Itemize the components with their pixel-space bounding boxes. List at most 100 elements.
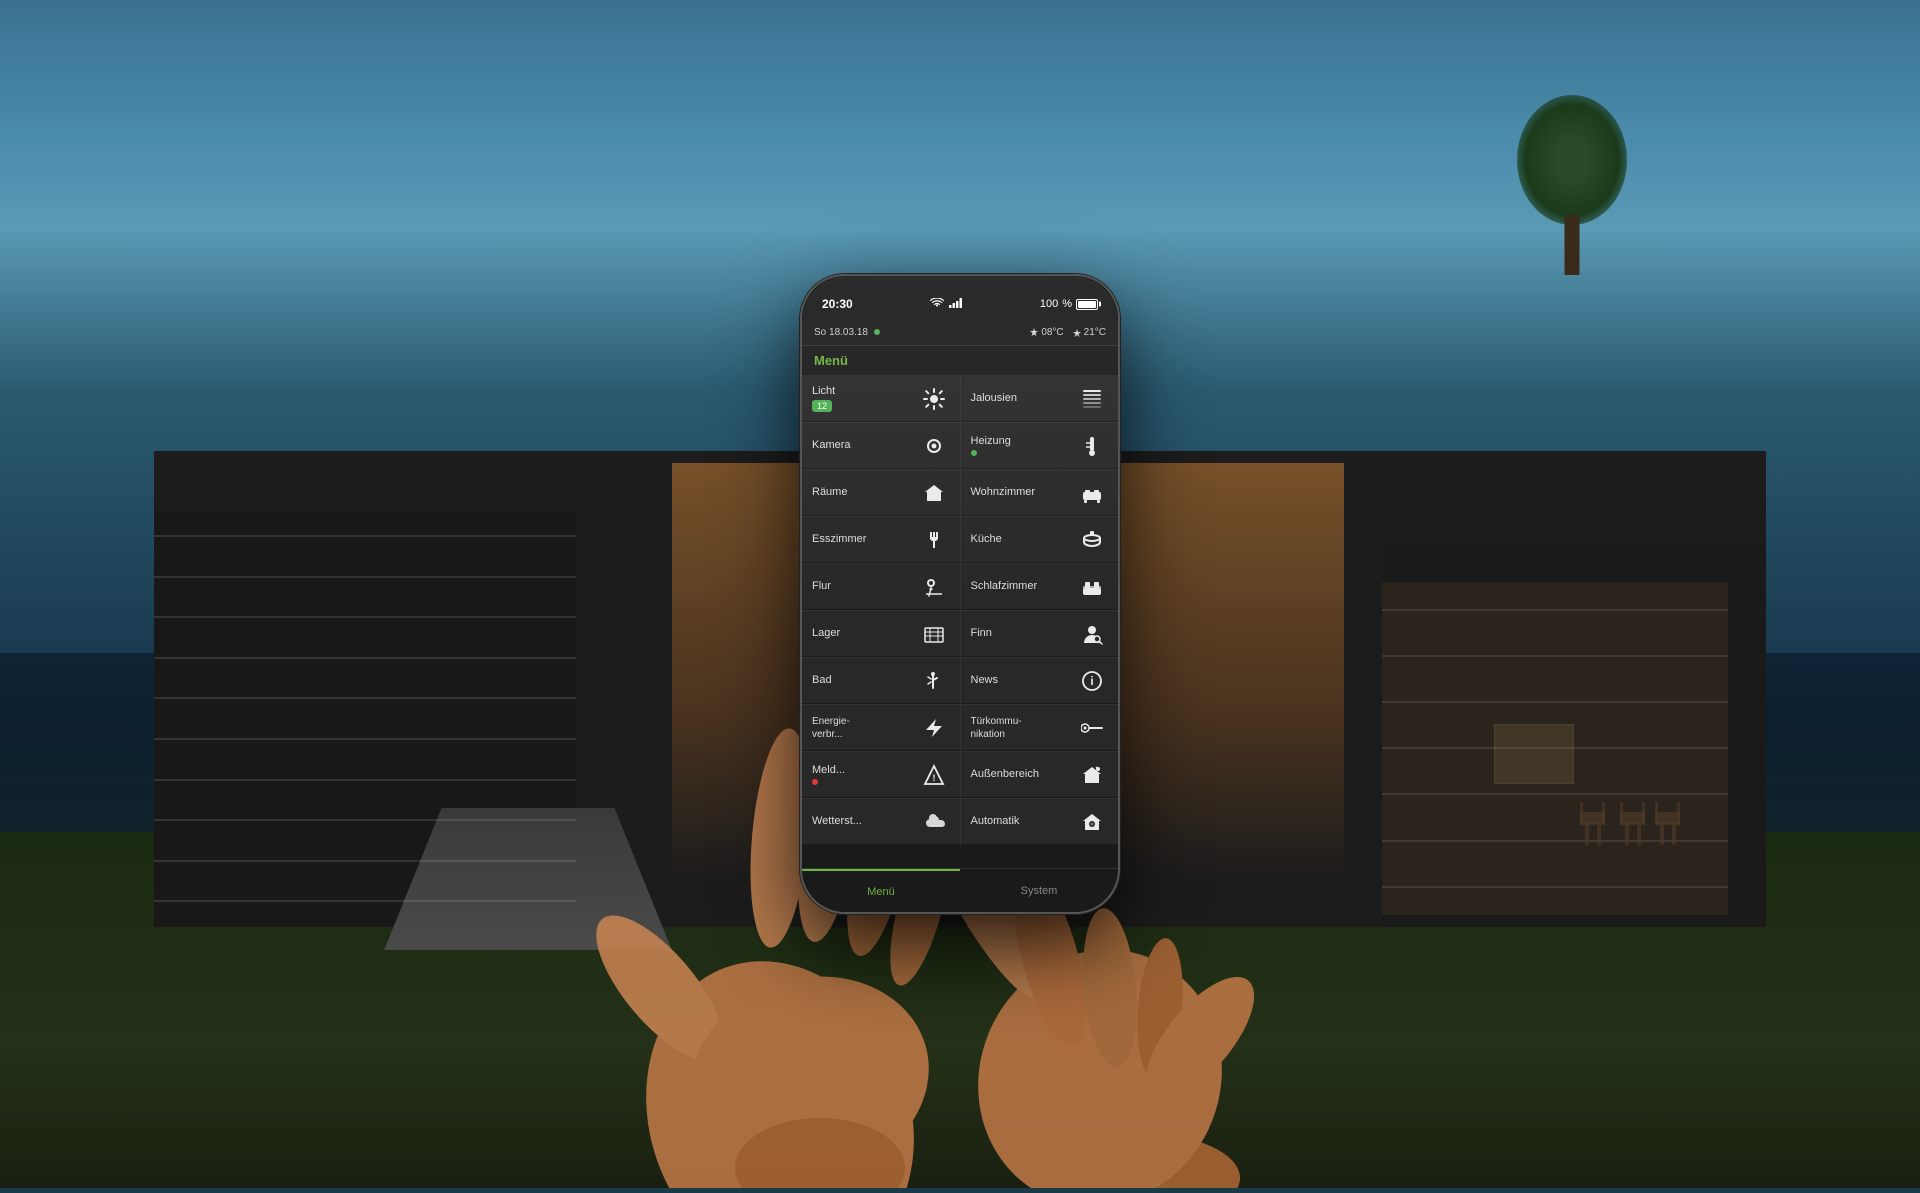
nav-menu-label: Menü (867, 886, 895, 898)
info-weather: 08°C 21°C (1029, 327, 1106, 338)
signal-icon (949, 298, 963, 311)
menu-item-news[interactable]: News i (961, 658, 1119, 704)
menu-item-wohnzimmer[interactable]: Wohnzimmer (961, 470, 1119, 516)
menu-item-kamera[interactable]: Kamera (802, 423, 960, 469)
raeume-icon (918, 477, 950, 509)
status-time: 20:30 (822, 297, 853, 311)
menu-item-meldungen-label: Meld... (812, 764, 845, 777)
menu-item-heizung[interactable]: Heizung (961, 423, 1119, 469)
phone-container: 20:30 (800, 274, 1120, 914)
menu-item-kamera-label: Kamera (812, 439, 851, 452)
menu-item-raeume-label-group: Räume (812, 486, 847, 499)
menu-item-meldungen[interactable]: Meld... ! (802, 752, 960, 798)
jalousien-icon (1076, 383, 1108, 415)
menu-item-energie-label: Energie-verbr... (812, 715, 850, 741)
nav-menu[interactable]: Menü (802, 869, 960, 912)
menu-item-wetterstation-label-group: Wetterst... (812, 815, 862, 828)
menu-item-lager-label: Lager (812, 627, 840, 640)
menu-item-bad[interactable]: Bad (802, 658, 960, 704)
menu-item-raeume[interactable]: Räume (802, 470, 960, 516)
menu-item-heizung-label: Heizung (971, 435, 1011, 448)
phone-screen: 20:30 (802, 276, 1118, 912)
menu-item-bad-label: Bad (812, 674, 832, 687)
status-dot (874, 329, 880, 335)
menu-item-raeume-label: Räume (812, 486, 847, 499)
kamera-icon (918, 430, 950, 462)
menu-item-wetterstation[interactable]: Wetterst... (802, 799, 960, 845)
nav-system-label: System (1021, 885, 1058, 897)
battery-fill (1078, 301, 1096, 308)
menu-item-automatik[interactable]: Automatik (961, 799, 1119, 845)
menu-item-schlafzimmer[interactable]: Schlafzimmer (961, 564, 1119, 610)
menu-item-finn-label-group: Finn (971, 627, 992, 640)
menu-item-aussenbereich[interactable]: Außenbereich (961, 752, 1119, 798)
battery-percent-label: 100 (1040, 298, 1058, 310)
menu-item-flur-label-group: Flur (812, 580, 831, 593)
esszimmer-icon (918, 524, 950, 556)
menu-item-tuerkommunikation-label: Türkommu-nikation (971, 715, 1022, 741)
menu-item-news-label: News (971, 674, 999, 687)
menu-item-schlafzimmer-label: Schlafzimmer (971, 580, 1038, 593)
menu-item-finn[interactable]: Finn (961, 611, 1119, 657)
menu-item-flur[interactable]: Flur (802, 564, 960, 610)
phone-frame: 20:30 (800, 274, 1120, 914)
left-slats (154, 511, 576, 927)
menu-item-automatik-label: Automatik (971, 815, 1020, 828)
bottom-nav: Menü System (802, 868, 1118, 912)
lager-icon (918, 618, 950, 650)
menu-grid: Licht 12 (802, 376, 1118, 845)
menu-item-aussenbereich-label: Außenbereich (971, 768, 1040, 781)
menu-title: Menü (814, 353, 848, 368)
menu-item-licht-label: Licht (812, 385, 835, 398)
status-center-icons (930, 298, 963, 311)
info-bar: So 18.03.18 08°C 21°C (802, 320, 1118, 346)
menu-item-licht[interactable]: Licht 12 (802, 376, 960, 422)
svg-text:!: ! (932, 773, 935, 783)
menu-item-licht-label-group: Licht 12 (812, 385, 835, 412)
wetterstation-icon (918, 806, 950, 838)
menu-item-jalousien[interactable]: Jalousien (961, 376, 1119, 422)
info-date: So 18.03.18 (814, 327, 880, 338)
automatik-icon (1076, 806, 1108, 838)
menu-item-bad-label-group: Bad (812, 674, 832, 687)
weather-cold: 08°C (1029, 327, 1063, 338)
svg-text:i: i (1090, 674, 1093, 688)
menu-item-licht-badge: 12 (812, 400, 832, 412)
bad-icon (918, 665, 950, 697)
menu-item-esszimmer-label-group: Esszimmer (812, 533, 866, 546)
menu-item-lager[interactable]: Lager (802, 611, 960, 657)
menu-item-kueche-label: Küche (971, 533, 1002, 546)
menu-item-heizung-label-group: Heizung (971, 435, 1011, 456)
nav-system[interactable]: System (960, 869, 1118, 912)
aussenbereich-icon (1076, 759, 1108, 791)
heizung-icon (1076, 430, 1108, 462)
wall-painting (1494, 724, 1574, 784)
meldungen-icon: ! (918, 759, 950, 791)
weather-warm: 21°C (1072, 327, 1106, 338)
menu-item-tuerkommunikation[interactable]: Türkommu-nikation (961, 705, 1119, 751)
menu-item-wohnzimmer-label: Wohnzimmer (971, 486, 1036, 499)
menu-item-energie[interactable]: Energie-verbr... (802, 705, 960, 751)
menu-item-news-label-group: News (971, 674, 999, 687)
menu-item-esszimmer[interactable]: Esszimmer (802, 517, 960, 563)
tuerkommunikation-icon (1076, 712, 1108, 744)
menu-item-lager-label-group: Lager (812, 627, 840, 640)
status-bar: 20:30 (802, 276, 1118, 320)
licht-icon (918, 383, 950, 415)
menu-item-wetterstation-label: Wetterst... (812, 815, 862, 828)
menu-item-heizung-dot (971, 450, 977, 456)
menu-item-kueche[interactable]: Küche (961, 517, 1119, 563)
app-content: Licht 12 (802, 376, 1118, 868)
menu-item-jalousien-label: Jalousien (971, 392, 1017, 405)
menu-item-meldungen-dot (812, 779, 818, 785)
menu-item-automatik-label-group: Automatik (971, 815, 1020, 828)
tree (1512, 95, 1632, 275)
flur-icon (918, 571, 950, 603)
menu-item-esszimmer-label: Esszimmer (812, 533, 866, 546)
kueche-icon (1076, 524, 1108, 556)
menu-item-schlafzimmer-label-group: Schlafzimmer (971, 580, 1038, 593)
wohnzimmer-icon (1076, 477, 1108, 509)
menu-item-flur-label: Flur (812, 580, 831, 593)
menu-item-energie-label-group: Energie-verbr... (812, 715, 850, 741)
energie-icon (918, 712, 950, 744)
